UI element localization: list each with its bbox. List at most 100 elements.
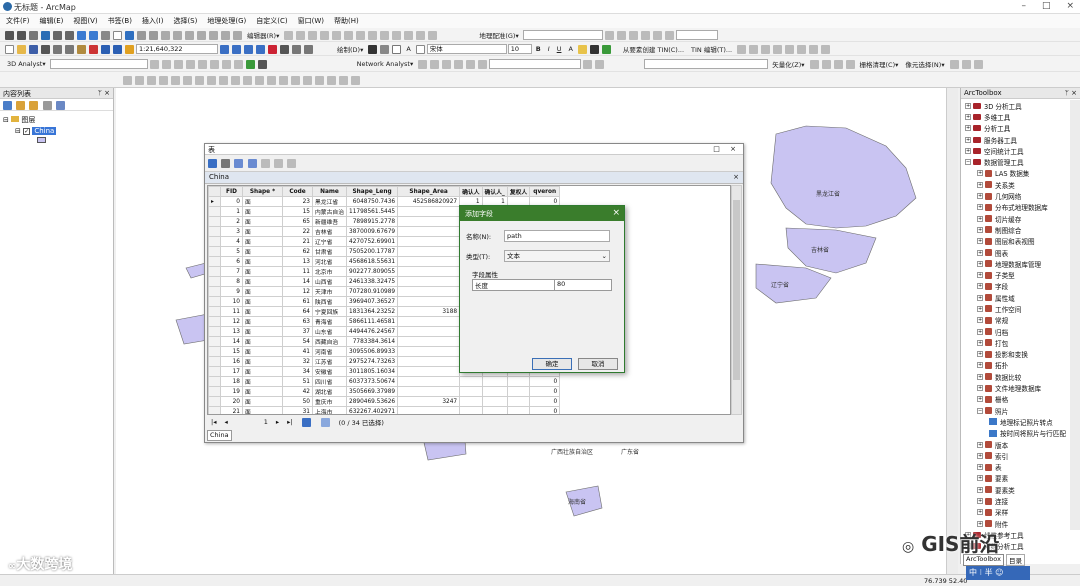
table-cell[interactable]: 16 [220, 356, 243, 367]
table-cell[interactable]: 山西省 [312, 276, 347, 287]
table-cell[interactable]: 13 [282, 256, 313, 267]
marker-color-icon[interactable] [601, 44, 611, 54]
toolbox-item[interactable]: + 要素 [963, 473, 1078, 484]
create-network-location-icon[interactable] [430, 59, 440, 69]
tin-tool-4-icon[interactable] [773, 44, 783, 54]
line-of-sight-icon[interactable] [173, 59, 183, 69]
find-icon[interactable] [149, 30, 158, 40]
spatial-adjust-tool-16-icon[interactable] [303, 75, 312, 85]
network-options-icon[interactable] [595, 59, 605, 69]
table-cell[interactable] [506, 396, 531, 407]
toolbox-item[interactable]: + 制图综合 [963, 224, 1078, 235]
toolbox-item[interactable]: + 投影和变换 [963, 349, 1078, 360]
table-cell[interactable] [397, 326, 461, 337]
column-header[interactable]: 复权人 [506, 186, 531, 197]
new-document-icon[interactable] [5, 44, 14, 54]
toolbox-item[interactable]: + 多维工具 [963, 111, 1078, 122]
expand-icon[interactable]: + [977, 215, 983, 222]
select-elements-arrow-icon[interactable] [368, 44, 378, 54]
table-cell[interactable]: 3188 [397, 306, 461, 317]
table-row[interactable]: 20 面 50 重庆市 2890469.53626 3247 0 [208, 396, 561, 407]
close-button[interactable]: × [1066, 1, 1074, 11]
expand-icon[interactable]: − [965, 159, 971, 166]
toolbox-item[interactable]: + 常规 [963, 315, 1078, 326]
tin-tool-3-icon[interactable] [761, 44, 771, 54]
table-cell[interactable]: 61 [282, 296, 313, 307]
add-field-dialog[interactable]: 添加字段 × 名称(N): path 类型(T): 文本 ⌄ 字段属性 长度 80 … [459, 205, 625, 373]
column-header[interactable]: 确认人_ [481, 186, 508, 197]
row-selector[interactable] [208, 386, 221, 397]
attributes-icon[interactable] [404, 30, 414, 40]
expand-icon[interactable]: + [977, 498, 983, 505]
expand-icon[interactable]: + [977, 283, 983, 290]
create-tin-from-features[interactable]: 从要素创建 TIN(C)... [623, 44, 684, 54]
cell-tool-2-icon[interactable] [961, 59, 971, 69]
table-cell[interactable]: 面 [242, 256, 283, 267]
rectangle-icon[interactable] [392, 44, 402, 54]
spatial-adjust-tool-11-icon[interactable] [243, 75, 252, 85]
table-cell[interactable]: 42 [282, 386, 313, 397]
split-icon[interactable] [380, 30, 390, 40]
table-cell[interactable]: 63 [282, 316, 313, 327]
spatial-adjust-tool-8-icon[interactable] [207, 75, 216, 85]
row-selector[interactable] [208, 336, 221, 347]
add-data-icon[interactable] [125, 44, 134, 54]
menu-insert[interactable]: 插入(I) [142, 16, 164, 26]
table-cell[interactable]: 31 [282, 406, 313, 414]
expand-icon[interactable]: + [977, 181, 983, 188]
table-cell[interactable] [459, 396, 483, 407]
table-cell[interactable]: 山东省 [312, 326, 347, 337]
rotate-icon[interactable] [392, 30, 402, 40]
toolbox-item[interactable]: + 分布式地理数据库 [963, 202, 1078, 213]
spatial-adjust-tool-3-icon[interactable] [147, 75, 156, 85]
underline-button[interactable]: U [557, 45, 562, 53]
rotate-element-icon[interactable] [380, 44, 390, 54]
toolbox-item[interactable]: + 打包 [963, 337, 1078, 348]
shift-georef-icon[interactable] [616, 30, 626, 40]
maximize-button[interactable]: □ [1042, 1, 1051, 11]
row-selector[interactable] [208, 266, 221, 277]
vectorize-tool-2-icon[interactable] [821, 59, 831, 69]
table-cell[interactable]: 甘肃省 [312, 246, 347, 257]
scale-input[interactable]: 1:21,640,322 [136, 44, 218, 54]
row-selector[interactable] [208, 246, 221, 257]
table-cell[interactable]: 3247 [397, 396, 461, 407]
toolbox-item[interactable]: + 切片缓存 [963, 213, 1078, 224]
table-cell[interactable]: 面 [242, 276, 283, 287]
save-icon[interactable] [29, 44, 38, 54]
table-vertical-scrollbar[interactable] [731, 185, 742, 415]
spatial-adjust-tool-19-icon[interactable] [339, 75, 348, 85]
vectorize-tool-1-icon[interactable] [809, 59, 819, 69]
current-page[interactable]: 1 [264, 418, 268, 426]
table-cell[interactable]: 19 [220, 386, 243, 397]
toolbox-item[interactable]: + 图表 [963, 247, 1078, 258]
cell-tool-3-icon[interactable] [973, 59, 983, 69]
spatial-adjust-tool-1-icon[interactable] [123, 75, 132, 85]
table-cell[interactable]: 6037373.50674 [345, 376, 399, 387]
table-cell[interactable]: 5866111.46581 [345, 316, 399, 327]
table-cell[interactable]: 3 [220, 226, 243, 237]
expand-icon[interactable]: + [977, 385, 983, 392]
bold-button[interactable]: B [536, 45, 541, 53]
table-cell[interactable]: 54 [282, 336, 313, 347]
ok-button[interactable]: 确定 [532, 358, 572, 370]
table-cell[interactable]: 3969407.36527 [345, 296, 399, 307]
toc-pin-icon[interactable]: ᛘ × [98, 89, 110, 97]
table-cell[interactable]: 面 [242, 346, 283, 357]
row-selector[interactable] [208, 356, 221, 367]
table-cell[interactable]: 面 [242, 206, 283, 217]
related-tables-icon[interactable] [221, 159, 231, 168]
table-cell[interactable]: 4 [220, 236, 243, 247]
table-cell[interactable]: 面 [242, 296, 283, 307]
column-header[interactable]: Shape_Area [397, 186, 461, 197]
expand-icon[interactable]: + [977, 475, 983, 482]
table-cell[interactable] [481, 406, 508, 414]
toolbox-item[interactable]: + 分析工具 [963, 123, 1078, 134]
toolbox-item[interactable]: + 空间统计工具 [963, 145, 1078, 156]
table-cell[interactable] [506, 376, 531, 387]
solve-icon[interactable] [454, 59, 464, 69]
table-scrollbar-thumb[interactable] [733, 200, 740, 380]
toolbox-item[interactable]: + 数据比较 [963, 371, 1078, 382]
paste-icon[interactable] [77, 44, 86, 54]
editor-menu[interactable]: 编辑器(R)▾ [247, 30, 279, 40]
